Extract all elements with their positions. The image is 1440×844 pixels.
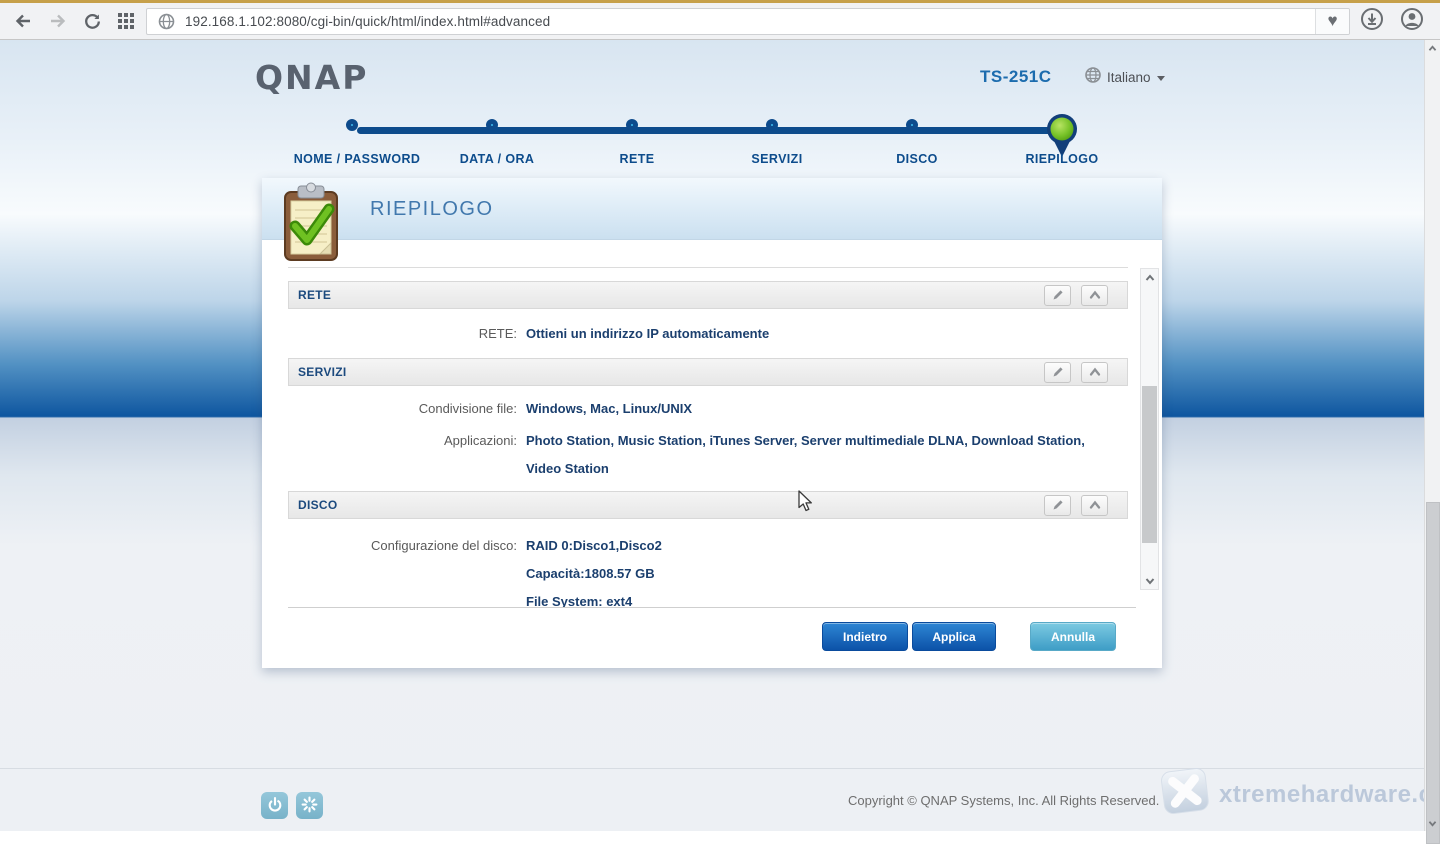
language-selector[interactable]: Italiano bbox=[1085, 67, 1165, 88]
step-node-nome-password[interactable] bbox=[346, 119, 358, 131]
restart-button[interactable] bbox=[296, 792, 323, 819]
step-node-rete[interactable] bbox=[626, 119, 638, 131]
back-icon[interactable] bbox=[14, 13, 32, 29]
row-label: Applicazioni: bbox=[288, 427, 526, 455]
row-label: Condivisione file: bbox=[288, 398, 526, 420]
power-button[interactable] bbox=[261, 792, 288, 819]
xtremehardware-x-icon bbox=[1158, 766, 1212, 823]
step-node-disco[interactable] bbox=[906, 119, 918, 131]
collapse-rete-button[interactable] bbox=[1081, 285, 1108, 306]
summary-clipboard-icon bbox=[278, 182, 344, 269]
section-title-disco: DISCO bbox=[289, 498, 338, 512]
summary-row: Applicazioni: Photo Station, Music Stati… bbox=[288, 427, 1128, 483]
back-button[interactable]: Indietro bbox=[822, 622, 908, 651]
row-value: Photo Station, Music Station, iTunes Ser… bbox=[526, 427, 1101, 483]
step-label-riepilogo: RIEPILOGO bbox=[977, 152, 1147, 166]
stepper-line bbox=[357, 127, 1062, 134]
power-icon bbox=[267, 796, 283, 816]
page-scroll-up-icon[interactable] bbox=[1425, 40, 1440, 56]
summary-row: File System: ext4 bbox=[288, 588, 1128, 607]
forward-icon[interactable] bbox=[49, 13, 67, 29]
row-value: Windows, Mac, Linux/UNIX bbox=[526, 398, 1101, 420]
row-value: File System: ext4 bbox=[526, 588, 1101, 607]
edit-rete-button[interactable] bbox=[1044, 285, 1071, 306]
edit-disco-button[interactable] bbox=[1044, 495, 1071, 516]
collapse-disco-button[interactable] bbox=[1081, 495, 1108, 516]
edit-servizi-button[interactable] bbox=[1044, 362, 1071, 383]
copyright-text: Copyright © QNAP Systems, Inc. All Right… bbox=[848, 793, 1159, 808]
watermark-text: xtremehardware.com bbox=[1219, 781, 1440, 809]
browser-toolbar: 192.168.1.102:8080/cgi-bin/quick/html/in… bbox=[0, 0, 1440, 40]
globe-icon bbox=[1085, 67, 1101, 88]
reload-icon[interactable] bbox=[84, 13, 101, 30]
panel-scrollbar[interactable] bbox=[1140, 268, 1159, 590]
xtremehardware-watermark: xtremehardware.com bbox=[1158, 766, 1440, 823]
page-scroll-down-icon[interactable] bbox=[1425, 815, 1440, 831]
apps-grid-icon[interactable] bbox=[118, 13, 134, 29]
section-content-servizi: Condivisione file: Windows, Mac, Linux/U… bbox=[288, 386, 1128, 491]
section-header-servizi: SERVIZI bbox=[288, 358, 1128, 386]
row-label: RETE: bbox=[288, 323, 526, 345]
panel-divider bbox=[288, 607, 1136, 608]
summary-row: RETE: Ottieni un indirizzo IP automatica… bbox=[288, 323, 1128, 345]
page-scrollbar[interactable] bbox=[1424, 40, 1440, 831]
cancel-button[interactable]: Annulla bbox=[1030, 622, 1116, 651]
page-scrollbar-thumb[interactable] bbox=[1426, 502, 1440, 844]
scroll-up-icon[interactable] bbox=[1141, 269, 1158, 286]
summary-row: Condivisione file: Windows, Mac, Linux/U… bbox=[288, 398, 1128, 420]
page-info-icon[interactable] bbox=[158, 13, 175, 30]
section-title-servizi: SERVIZI bbox=[289, 365, 347, 379]
language-label: Italiano bbox=[1107, 70, 1151, 85]
row-value: Ottieni un indirizzo IP automaticamente bbox=[526, 323, 1101, 345]
page-title: RIEPILOGO bbox=[370, 178, 494, 240]
download-icon[interactable] bbox=[1360, 7, 1384, 36]
address-bar[interactable]: 192.168.1.102:8080/cgi-bin/quick/html/in… bbox=[146, 8, 1350, 35]
apply-button[interactable]: Applica bbox=[912, 622, 996, 651]
panel-scrollbar-thumb[interactable] bbox=[1142, 386, 1157, 543]
profile-icon[interactable] bbox=[1400, 7, 1424, 36]
step-node-data-ora[interactable] bbox=[486, 119, 498, 131]
section-content-disco: Configurazione del disco: RAID 0:Disco1,… bbox=[288, 519, 1128, 607]
chevron-down-icon bbox=[1157, 76, 1165, 81]
url-text[interactable]: 192.168.1.102:8080/cgi-bin/quick/html/in… bbox=[185, 14, 1315, 29]
row-value: RAID 0:Disco1,Disco2 bbox=[526, 532, 1101, 560]
device-model: TS-251C bbox=[980, 67, 1052, 87]
scroll-down-icon[interactable] bbox=[1141, 572, 1158, 589]
restart-starburst-icon bbox=[301, 796, 318, 816]
collapse-servizi-button[interactable] bbox=[1081, 362, 1108, 383]
summary-scroll-area: RETE RETE: Ottieni un indirizzo IP autom… bbox=[288, 267, 1128, 607]
step-node-servizi[interactable] bbox=[766, 119, 778, 131]
row-value: Capacità:1808.57 GB bbox=[526, 560, 1101, 588]
section-header-disco: DISCO bbox=[288, 491, 1128, 519]
row-label: Configurazione del disco: bbox=[288, 532, 526, 560]
qnap-logo: QNAP bbox=[255, 58, 368, 97]
bookmark-heart-icon[interactable]: ♥ bbox=[1315, 9, 1349, 34]
summary-panel: RIEPILOGO RETE RETE: Ottieni un indirizz… bbox=[262, 178, 1162, 668]
summary-row: Configurazione del disco: RAID 0:Disco1,… bbox=[288, 532, 1128, 560]
summary-row: Capacità:1808.57 GB bbox=[288, 560, 1128, 588]
section-content-rete: RETE: Ottieni un indirizzo IP automatica… bbox=[288, 309, 1128, 358]
section-header-rete: RETE bbox=[288, 281, 1128, 309]
section-title-rete: RETE bbox=[289, 288, 331, 302]
